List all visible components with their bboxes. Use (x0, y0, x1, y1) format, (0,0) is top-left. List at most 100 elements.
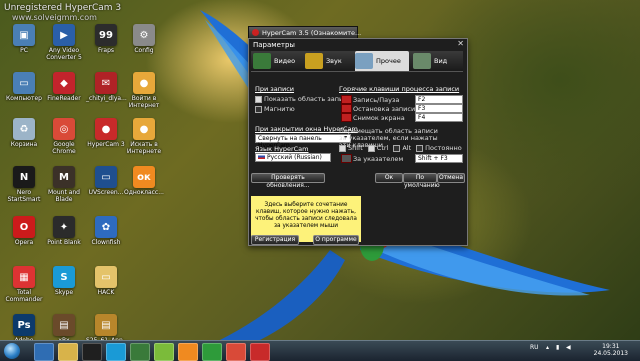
network-icon[interactable]: ▮ (556, 344, 559, 351)
desktop-icon[interactable]: ● Искать в Интернете (124, 118, 164, 155)
modifier-option[interactable]: Alt (393, 144, 411, 152)
taskbar-app-icon[interactable] (178, 343, 198, 361)
desktop-icon[interactable]: ▤S25_61_Ann... (86, 314, 129, 340)
desktop-icon-label: _chityi_dlya... (86, 95, 127, 102)
taskbar-app-icon[interactable] (250, 343, 270, 361)
follow-hotkey-field[interactable]: Shift + F3 (415, 154, 463, 163)
cancel-button[interactable]: Отмена (437, 173, 465, 183)
hotkey-field[interactable]: F4 (415, 113, 463, 122)
app-icon: ▭ (95, 166, 117, 188)
app-icon: ⚙ (133, 24, 155, 46)
desktop-icon[interactable]: ⚙ Config (124, 24, 164, 54)
modifier-checkbox[interactable] (367, 144, 375, 152)
language-section: Язык HyperCam (255, 145, 308, 153)
app-icon: ◆ (53, 72, 75, 94)
taskbar-app-icon[interactable] (58, 343, 78, 361)
monitor-icon (413, 53, 431, 69)
tray-arrow-icon[interactable]: ▴ (546, 344, 549, 351)
magnify-option[interactable]: Магнитю (255, 105, 351, 113)
app-icon: ● (95, 118, 117, 140)
desktop-background: Unregistered HyperCam 3 www.solveigmm.co… (0, 0, 640, 340)
desktop-icon[interactable]: ◆ FineReader (44, 72, 84, 102)
desktop-icon[interactable]: ок Однокласс... (124, 166, 164, 196)
app-icon: ● (133, 72, 155, 94)
language-select[interactable]: Русский (Russian) (255, 153, 331, 162)
watermark-url: www.solveigmm.com (12, 13, 97, 22)
show-area-option[interactable]: Показать область записи (255, 95, 351, 103)
modifier-checkbox[interactable] (393, 144, 401, 152)
desktop-icon-label: FineReader (47, 95, 81, 102)
modifier-option[interactable]: Shift (339, 144, 363, 152)
desktop-icon-label: HACK (97, 289, 115, 296)
tab-sound[interactable]: Звук (305, 51, 351, 71)
taskbar-app-icon[interactable] (34, 343, 54, 361)
app-icon: S (53, 266, 75, 288)
app-icon: ▤ (53, 314, 75, 336)
help-text: Здесь выберите сочетание клавиш, которое… (255, 202, 357, 229)
desktop-icon[interactable]: ▦ Total Commander (4, 266, 44, 303)
hotkey-field[interactable]: F3 (415, 104, 463, 113)
desktop-icon[interactable]: ▭ UVScreen... (86, 166, 126, 196)
tab-video[interactable]: Видео (253, 51, 301, 71)
desktop-icon[interactable]: ✦ Point Blank (44, 216, 84, 246)
magnify-checkbox[interactable] (255, 105, 262, 113)
default-button[interactable]: По умолчанию (403, 173, 440, 189)
modifier-option[interactable]: Ctrl (367, 144, 388, 152)
tab-other[interactable]: Прочее (355, 51, 409, 71)
taskbar-app-icon[interactable] (202, 343, 222, 361)
desktop-icon-label: Mount and Blade (47, 189, 80, 203)
app-icon: ✿ (95, 216, 117, 238)
modifier-label: Постоянно (425, 144, 462, 152)
taskbar-app-icon[interactable] (130, 343, 150, 361)
hotkey-label: Запись/Пауза (353, 96, 400, 104)
clock-date: 24.05.2013 (593, 350, 628, 357)
hotkey-field[interactable]: F2 (415, 95, 463, 104)
taskbar-app-icon[interactable] (226, 343, 246, 361)
hotkey-label: Снимок экрана (353, 114, 405, 122)
desktop-icon[interactable]: ✿ Clownfish (86, 216, 126, 246)
modifier-option[interactable]: Постоянно (416, 144, 462, 152)
start-button[interactable] (2, 341, 24, 361)
desktop-icon[interactable]: ▶ Any Video Converter 5 (44, 24, 84, 61)
show-area-checkbox[interactable] (255, 95, 262, 103)
desktop-icon-label: Однокласс... (124, 189, 164, 196)
taskbar-app-icon[interactable] (106, 343, 126, 361)
modifier-checkbox[interactable] (339, 144, 346, 152)
desktop-icon[interactable]: S Skype (44, 266, 84, 296)
close-icon[interactable]: ✕ (457, 39, 464, 48)
system-clock[interactable]: 19:31 24.05.2013 (594, 343, 628, 357)
desktop-icon[interactable]: PsAdobe Photosho... (4, 314, 44, 340)
hypercam-record-icon (252, 29, 259, 36)
follow-label: За указателем (353, 155, 404, 163)
desktop-icon[interactable]: ♻ Корзина (4, 118, 44, 148)
check-updates-button[interactable]: Проверять обновления... (251, 173, 325, 189)
desktop-icon[interactable]: M Mount and Blade (44, 166, 84, 203)
hypercam-window-title: HyperCam 3.5 (Ознакомите... (262, 29, 362, 37)
desktop-icon-label: Total Commander (5, 289, 43, 303)
register-button[interactable]: Регистрация (251, 235, 299, 245)
desktop-icon[interactable]: 99 Fraps (86, 24, 126, 54)
desktop-icon[interactable]: ● HyperCam 3 (86, 118, 126, 148)
desktop-icon[interactable]: ● Войти в Интернет (124, 72, 164, 109)
desktop-icon[interactable]: ▤xBx (44, 314, 84, 340)
desktop-icon[interactable]: ▣ PC (4, 24, 44, 54)
tab-view[interactable]: Вид (413, 51, 459, 71)
taskbar-app-icon[interactable] (82, 343, 102, 361)
desktop-icon[interactable]: ◎ Google Chrome (44, 118, 84, 155)
modifier-checkbox[interactable] (416, 144, 424, 152)
desktop-icon[interactable]: O Opera (4, 216, 44, 246)
about-button[interactable]: О программе (313, 235, 359, 245)
app-icon: ● (133, 118, 155, 140)
desktop-icon[interactable]: ✉ _chityi_dlya... (86, 72, 127, 102)
app-icon: ок (133, 166, 155, 188)
language-indicator[interactable]: RU (530, 344, 539, 351)
volume-icon[interactable]: ◀ (566, 344, 571, 351)
desktop-icon-label: Point Blank (47, 239, 81, 246)
desktop-icon[interactable]: N Nero StartSmart (4, 166, 44, 203)
desktop-icon[interactable]: ▭ Компьютер (4, 72, 44, 102)
language-heading: Язык HyperCam (255, 145, 309, 153)
ok-button[interactable]: Ок (375, 173, 403, 183)
taskbar-app-icon[interactable] (154, 343, 174, 361)
desktop-icon[interactable]: ▭ HACK (86, 266, 126, 296)
minimize-to-select[interactable]: Свернуть на панель HyperCam (255, 134, 351, 149)
